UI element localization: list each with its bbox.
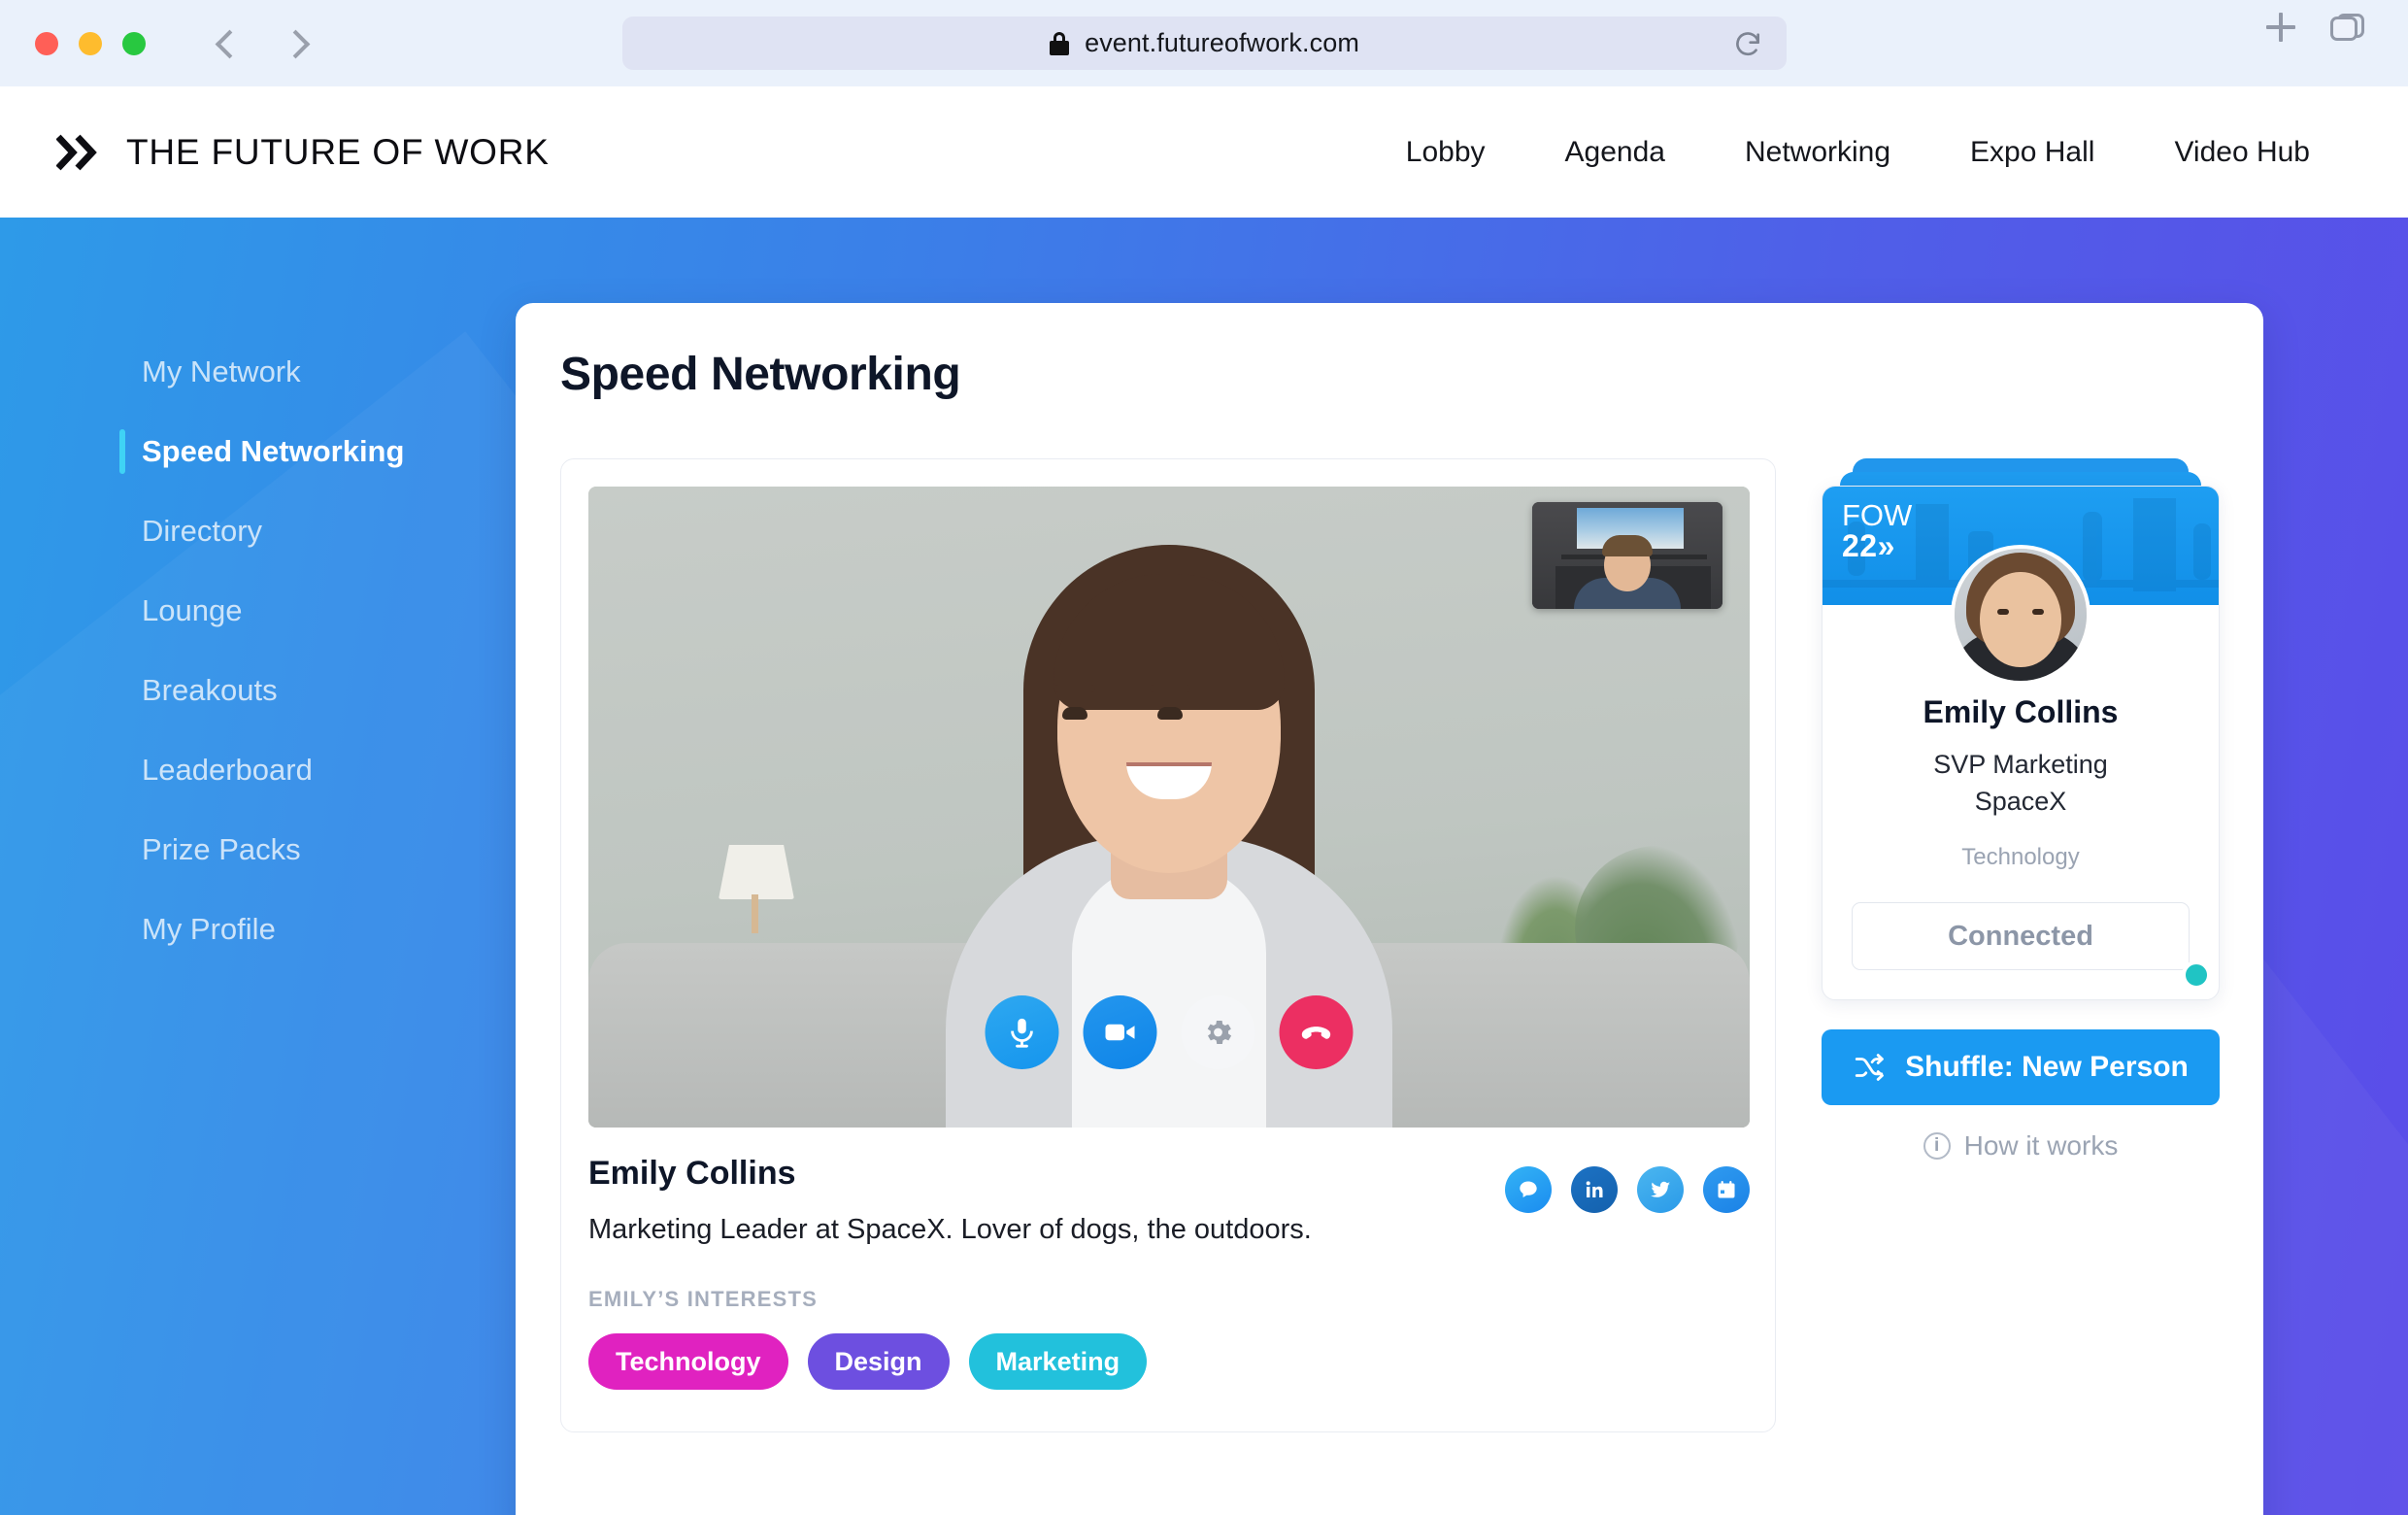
participant-bio: Marketing Leader at SpaceX. Lover of dog… xyxy=(588,1214,1312,1245)
address-bar[interactable]: event.futureofwork.com xyxy=(622,17,1787,70)
double-chevron-icon xyxy=(56,134,97,170)
shuffle-icon xyxy=(1855,1054,1885,1082)
linkedin-icon xyxy=(1586,1181,1603,1197)
browser-navigation xyxy=(214,31,309,56)
tag-marketing[interactable]: Marketing xyxy=(968,1333,1148,1390)
sidebar-item-leaderboard[interactable]: Leaderboard xyxy=(119,730,527,810)
main-navigation: Lobby Agenda Networking Expo Hall Video … xyxy=(1366,136,2350,169)
connected-button[interactable]: Connected xyxy=(1852,902,2190,971)
tag-design[interactable]: Design xyxy=(807,1333,950,1390)
browser-chrome: event.futureofwork.com xyxy=(0,0,2408,86)
microphone-icon xyxy=(1011,1018,1033,1048)
nav-item-video-hub[interactable]: Video Hub xyxy=(2134,136,2350,169)
reload-icon[interactable] xyxy=(1732,28,1763,59)
event-logo-line1: FOW xyxy=(1842,498,1913,532)
video-camera-icon xyxy=(1105,1024,1135,1041)
nav-item-expo-hall[interactable]: Expo Hall xyxy=(1930,136,2134,169)
sidebar-item-speed-networking[interactable]: Speed Networking xyxy=(119,412,527,491)
back-icon[interactable] xyxy=(214,31,239,56)
secondary-sidebar: My Network Speed Networking Directory Lo… xyxy=(119,332,527,969)
interest-tags: Technology Design Marketing xyxy=(588,1333,1750,1390)
phone-hangup-icon xyxy=(1301,1027,1331,1039)
sidebar-item-breakouts[interactable]: Breakouts xyxy=(119,651,527,730)
window-traffic-lights xyxy=(35,31,146,55)
microphone-button[interactable] xyxy=(985,995,1059,1069)
twitter-icon xyxy=(1651,1181,1670,1197)
participant-info: Emily Collins Marketing Leader at SpaceX… xyxy=(588,1155,1750,1390)
nav-item-agenda[interactable]: Agenda xyxy=(1525,136,1705,169)
minimize-window-button[interactable] xyxy=(79,31,102,55)
call-controls xyxy=(985,995,1354,1069)
camera-button[interactable] xyxy=(1083,995,1157,1069)
site-header: THE FUTURE OF WORK Lobby Agenda Networki… xyxy=(0,86,2408,218)
video-call-card: Emily Collins Marketing Leader at SpaceX… xyxy=(560,458,1776,1432)
self-view-thumbnail[interactable] xyxy=(1532,502,1722,609)
tabs-overview-icon[interactable] xyxy=(2330,12,2365,43)
forward-icon[interactable] xyxy=(284,31,309,56)
badge-name: Emily Collins xyxy=(1923,694,2119,729)
shuffle-button[interactable]: Shuffle: New Person xyxy=(1822,1029,2220,1106)
badge-card-stack: FOW 22» Emily Collins SVP Marketing Spac… xyxy=(1822,458,2220,1001)
main-panel: Speed Networking Emily Collins Marketing… xyxy=(516,303,2263,1515)
nav-item-networking[interactable]: Networking xyxy=(1705,136,1930,169)
linkedin-button[interactable] xyxy=(1571,1166,1618,1213)
sidebar-item-lounge[interactable]: Lounge xyxy=(119,571,527,651)
info-icon: i xyxy=(1923,1132,1951,1161)
social-actions xyxy=(1505,1166,1750,1213)
event-logo-line2: 22» xyxy=(1842,528,1895,563)
brand-logo[interactable]: THE FUTURE OF WORK xyxy=(56,132,550,173)
calendar-button[interactable] xyxy=(1703,1166,1750,1213)
attendee-badge-card[interactable]: FOW 22» Emily Collins SVP Marketing Spac… xyxy=(1822,486,2220,1001)
lock-icon xyxy=(1050,31,1070,55)
tag-technology[interactable]: Technology xyxy=(588,1333,788,1390)
settings-button[interactable] xyxy=(1181,995,1255,1069)
maximize-window-button[interactable] xyxy=(122,31,146,55)
how-it-works-link[interactable]: i How it works xyxy=(1822,1130,2220,1162)
event-logo: FOW 22» xyxy=(1842,500,1912,561)
shuffle-button-label: Shuffle: New Person xyxy=(1905,1051,2189,1084)
url-text: event.futureofwork.com xyxy=(1085,28,1359,57)
sidebar-item-my-network[interactable]: My Network xyxy=(119,332,527,412)
badge-topic: Technology xyxy=(1961,844,2080,871)
chat-button[interactable] xyxy=(1505,1166,1552,1213)
sidebar-item-directory[interactable]: Directory xyxy=(119,491,527,571)
page-background: My Network Speed Networking Directory Lo… xyxy=(0,218,2408,1515)
nav-item-lobby[interactable]: Lobby xyxy=(1366,136,1525,169)
page-title: Speed Networking xyxy=(560,349,961,400)
address-bar-content: event.futureofwork.com xyxy=(1050,28,1359,58)
interests-label: EMILY’S INTERESTS xyxy=(588,1287,818,1311)
chat-icon xyxy=(1520,1181,1537,1197)
brand-name: THE FUTURE OF WORK xyxy=(126,131,550,172)
remote-video-stream[interactable] xyxy=(588,487,1750,1128)
networking-rail: FOW 22» Emily Collins SVP Marketing Spac… xyxy=(1822,458,2220,1161)
badge-role-line1: SVP Marketing xyxy=(1933,750,2108,779)
new-tab-icon[interactable] xyxy=(2266,13,2295,42)
gear-icon xyxy=(1207,1020,1232,1045)
browser-toolbar-right xyxy=(2266,12,2365,43)
badge-role-line2: SpaceX xyxy=(1974,786,2067,816)
avatar xyxy=(1951,545,2090,685)
sidebar-item-prize-packs[interactable]: Prize Packs xyxy=(119,810,527,890)
how-it-works-label: How it works xyxy=(1963,1130,2119,1162)
end-call-button[interactable] xyxy=(1279,995,1354,1069)
calendar-icon xyxy=(1718,1181,1735,1198)
twitter-button[interactable] xyxy=(1637,1166,1684,1213)
sidebar-item-my-profile[interactable]: My Profile xyxy=(119,890,527,969)
close-window-button[interactable] xyxy=(35,31,58,55)
